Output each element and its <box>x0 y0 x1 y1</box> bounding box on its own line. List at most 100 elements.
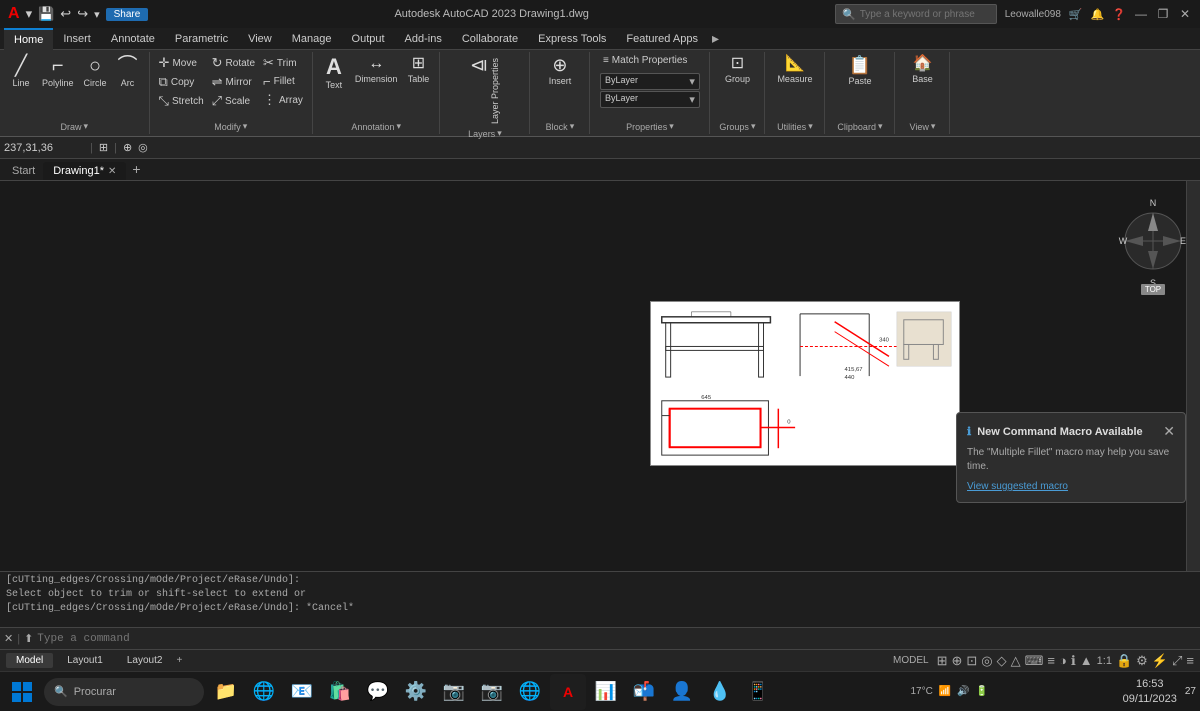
group-button[interactable]: ⊡ Group <box>721 54 754 86</box>
volume-icon[interactable]: 🔊 <box>957 686 969 697</box>
command-input[interactable] <box>37 633 1196 645</box>
network-icon[interactable]: 📶 <box>939 686 951 697</box>
lineweight-icon[interactable]: ≡ <box>1047 653 1055 668</box>
annotation-monitor-icon[interactable]: ▲ <box>1080 653 1093 668</box>
polyline-button[interactable]: ⌐ Polyline <box>38 54 78 90</box>
taskbar-clock[interactable]: 16:53 09/11/2023 <box>1123 677 1181 706</box>
share-button[interactable]: Share <box>106 8 149 21</box>
qproperties-icon[interactable]: ℹ <box>1071 653 1076 669</box>
lock-icon[interactable]: 🔒 <box>1116 653 1132 669</box>
isolate-icon[interactable]: ⚙ <box>1136 653 1148 669</box>
start-button[interactable] <box>4 674 40 710</box>
help-icon[interactable]: ❓ <box>1112 8 1126 21</box>
minimize-btn[interactable]: — <box>1134 7 1148 21</box>
transparency-icon[interactable]: ◑ <box>1059 653 1067 668</box>
layer-properties-button[interactable]: ⧏ Layer Properties <box>461 54 509 126</box>
undo-icon[interactable]: ↩ <box>60 6 71 22</box>
tab-express[interactable]: Express Tools <box>528 28 616 50</box>
tab-annotate[interactable]: Annotate <box>101 28 165 50</box>
restore-btn[interactable]: ❐ <box>1156 7 1170 21</box>
dimension-button[interactable]: ↔ Dimension <box>351 54 402 86</box>
line-button[interactable]: ╱ Line <box>6 54 36 90</box>
layout2-tab[interactable]: Layout2 <box>117 653 173 668</box>
cmd-dropdown-icon[interactable]: ⬆ <box>24 632 33 645</box>
taskbar-icon-email[interactable]: 📧 <box>284 674 320 710</box>
bylayer-dropdown-2[interactable]: ByLayer ▾ <box>600 91 700 108</box>
view-expand-icon[interactable]: ▾ <box>931 121 936 132</box>
taskbar-icon-store[interactable]: 🛍️ <box>322 674 358 710</box>
taskbar-icon-person[interactable]: 👤 <box>664 674 700 710</box>
cmd-close-icon[interactable]: ✕ <box>4 632 13 645</box>
add-layout-btn[interactable]: + <box>176 655 182 666</box>
close-btn[interactable]: ✕ <box>1178 7 1192 21</box>
measure-button[interactable]: 📐 Measure <box>773 54 816 86</box>
match-properties-button[interactable]: ≡ Match Properties <box>600 54 690 67</box>
battery-icon[interactable]: 🔋 <box>976 686 988 697</box>
arc-button[interactable]: ⌒ Arc <box>113 54 143 90</box>
notification-link[interactable]: View suggested macro <box>967 481 1068 492</box>
layout1-tab[interactable]: Layout1 <box>57 653 113 668</box>
insert-button[interactable]: ⊕ Insert <box>545 54 576 88</box>
search-bar[interactable]: 🔍 <box>835 4 997 24</box>
draw-expand-icon[interactable]: ▾ <box>84 121 89 132</box>
ortho-status-icon[interactable]: ⊡ <box>966 653 977 669</box>
model-tab[interactable]: Model <box>6 653 53 668</box>
tab-manage[interactable]: Manage <box>282 28 342 50</box>
units-icon[interactable]: 1:1 <box>1097 655 1112 667</box>
hardware-accel-icon[interactable]: ⚡ <box>1152 653 1168 669</box>
trim-button[interactable]: ✂ Trim <box>260 54 306 72</box>
properties-expand-icon[interactable]: ▾ <box>669 121 674 132</box>
taskbar-icon-office[interactable]: 📊 <box>588 674 624 710</box>
bylayer-dropdown-1[interactable]: ByLayer ▾ <box>600 73 700 90</box>
more-icon[interactable]: ▾ <box>94 8 100 21</box>
mirror-button[interactable]: ⇌ Mirror <box>209 73 258 91</box>
dynamic-input-icon[interactable]: ⌨ <box>1025 653 1044 669</box>
tab-close-icon[interactable]: ✕ <box>108 166 116 177</box>
base-button[interactable]: 🏠 Base <box>907 54 937 86</box>
circle-button[interactable]: ○ Circle <box>80 54 111 90</box>
block-expand-icon[interactable]: ▾ <box>570 121 575 132</box>
taskbar-icon-dropbox[interactable]: 💧 <box>702 674 738 710</box>
object-snap-icon[interactable]: ◇ <box>997 653 1007 669</box>
tab-start[interactable]: Start <box>4 162 43 180</box>
rotate-button[interactable]: ↻ Rotate <box>209 54 258 72</box>
fillet-button[interactable]: ⌐ Fillet <box>260 73 306 90</box>
clean-screen-icon[interactable]: ⤢ <box>1172 653 1182 669</box>
taskbar-icon-autocad[interactable]: A <box>550 674 586 710</box>
ortho-icon[interactable]: ⊕ <box>123 141 132 154</box>
taskbar-icon-browser[interactable]: 🌐 <box>246 674 282 710</box>
tab-parametric[interactable]: Parametric <box>165 28 238 50</box>
paste-button[interactable]: 📋 Paste <box>844 54 875 88</box>
customize-icon[interactable]: ≡ <box>1186 653 1194 668</box>
copy-button[interactable]: ⧉ Copy <box>156 73 207 91</box>
taskbar-icon-photos[interactable]: 📷 <box>436 674 472 710</box>
polar-icon[interactable]: ◎ <box>138 141 148 154</box>
tab-addins[interactable]: Add-ins <box>395 28 452 50</box>
taskbar-icon-chrome[interactable]: 🌐 <box>512 674 548 710</box>
redo-icon[interactable]: ↪ <box>77 6 88 22</box>
grid-icon[interactable]: ⊞ <box>937 653 948 669</box>
table-button[interactable]: ⊞ Table <box>403 54 433 86</box>
save-icon[interactable]: 💾 <box>38 6 54 22</box>
3d-snap-icon[interactable]: △ <box>1011 653 1021 669</box>
text-button[interactable]: A Text <box>319 54 349 92</box>
layers-expand-icon[interactable]: ▾ <box>497 128 502 139</box>
modify-expand-icon[interactable]: ▾ <box>243 121 248 132</box>
scale-button[interactable]: ⤢ Scale <box>209 92 258 110</box>
tab-add-button[interactable]: + <box>126 158 146 180</box>
polar-status-icon[interactable]: ◎ <box>981 653 992 669</box>
grid-snap-icon[interactable]: ⊞ <box>99 141 108 154</box>
taskbar-icon-outlook[interactable]: 📬 <box>626 674 662 710</box>
clipboard-expand-icon[interactable]: ▾ <box>878 121 883 132</box>
stretch-button[interactable]: ⤡ Stretch <box>156 92 207 110</box>
move-button[interactable]: ✛ Move <box>156 54 207 72</box>
tab-collaborate[interactable]: Collaborate <box>452 28 528 50</box>
tab-output[interactable]: Output <box>342 28 395 50</box>
taskbar-search[interactable]: 🔍 Procurar <box>44 678 204 706</box>
notification-close-button[interactable]: ✕ <box>1163 423 1175 440</box>
snap-icon[interactable]: ⊕ <box>951 653 962 669</box>
tab-view[interactable]: View <box>238 28 282 50</box>
tab-home[interactable]: Home <box>4 28 53 50</box>
utilities-expand-icon[interactable]: ▾ <box>808 121 813 132</box>
taskbar-icon-extra[interactable]: 📱 <box>740 674 776 710</box>
